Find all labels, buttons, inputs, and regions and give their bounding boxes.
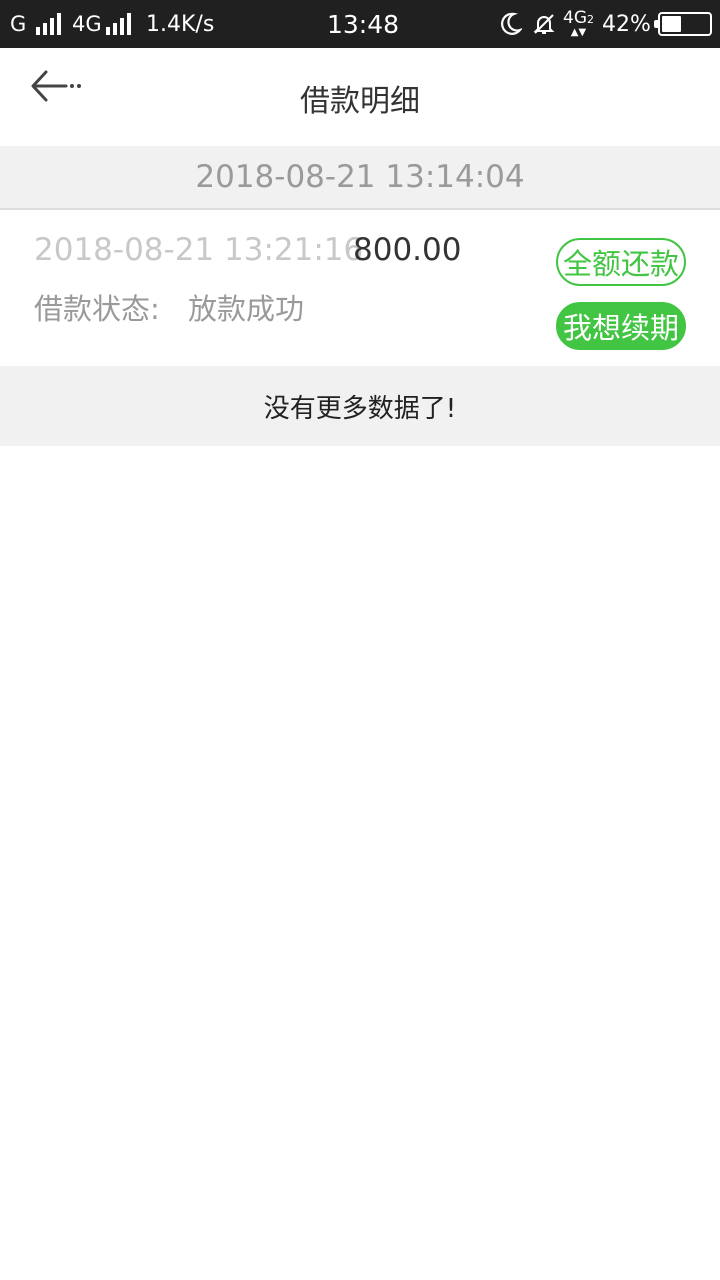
record-time: 2018-08-21 13:21:16: [34, 232, 364, 268]
no-more-data-message: 没有更多数据了!: [0, 366, 720, 446]
page-title: 借款明细: [300, 84, 420, 119]
status-label: 借款状态:: [34, 292, 160, 326]
full-repay-button[interactable]: 全额还款: [556, 238, 686, 286]
app-header: 借款明细: [0, 48, 720, 146]
carrier-label-2: 4G: [72, 12, 102, 36]
record-amount: 800.00: [353, 232, 462, 268]
network-4g-icon: 4G2 ▲▼: [563, 8, 594, 38]
battery-icon: [654, 0, 712, 48]
date-group-header: 2018-08-21 13:14:04: [0, 146, 720, 210]
signal-icon: [30, 0, 61, 48]
battery-percent: 42%: [602, 11, 651, 37]
status-bar: G 4G 1.4K/s 13:48 4G2 ▲▼ 42%: [0, 0, 720, 48]
clock: 13:48: [327, 9, 400, 39]
moon-icon: [500, 0, 522, 48]
loan-record: 2018-08-21 13:21:16 800.00 借款状态: 放款成功 全额…: [0, 212, 720, 366]
signal-icon: [100, 0, 131, 48]
bell-muted-icon: [532, 0, 556, 48]
renew-button[interactable]: 我想续期: [556, 302, 686, 350]
status-value: 放款成功: [188, 292, 305, 326]
carrier-label-1: G: [10, 12, 27, 36]
network-speed: 1.4K/s: [146, 11, 215, 37]
